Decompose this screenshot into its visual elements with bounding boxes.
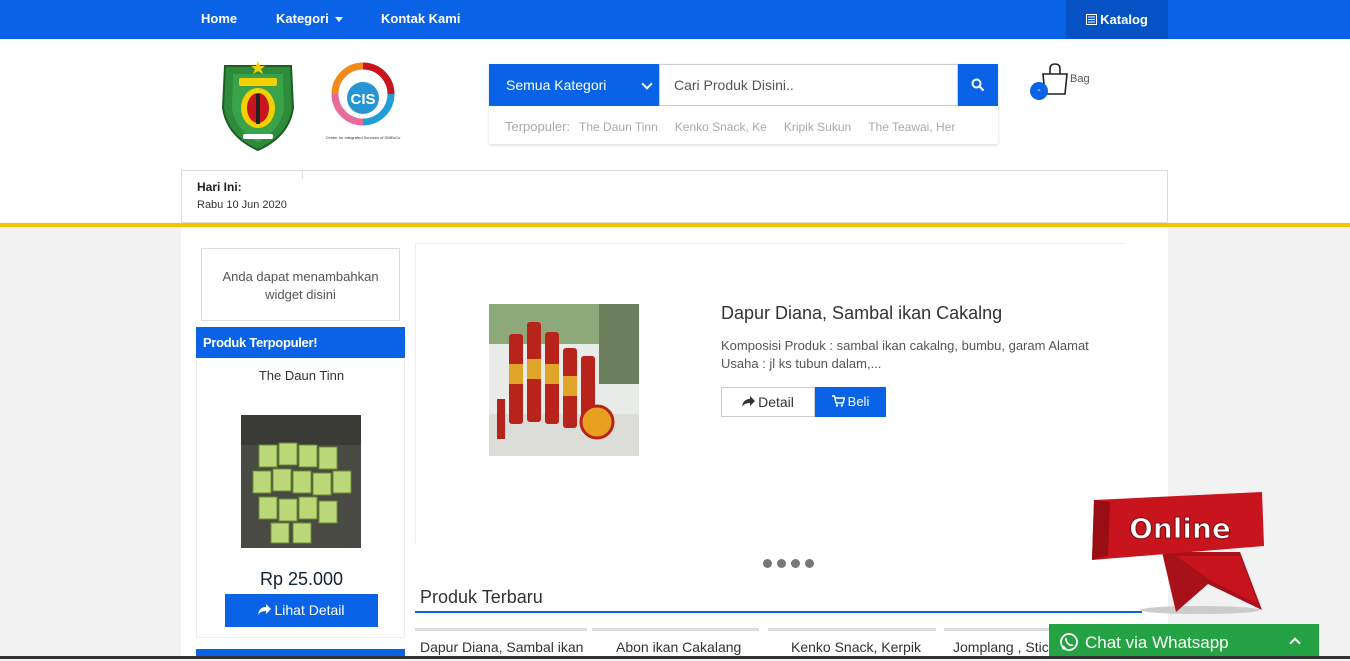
today-label: Hari Ini: bbox=[197, 180, 242, 194]
nav-kategori-label: Kategori bbox=[276, 11, 329, 26]
share-arrow-icon bbox=[742, 396, 756, 407]
nav-kontak[interactable]: Kontak Kami bbox=[381, 0, 460, 39]
slider-pagination bbox=[763, 555, 819, 573]
cis-logo-mark: CIS bbox=[331, 62, 395, 126]
cis-logo[interactable]: CIS Center for Integrated Services of SM… bbox=[316, 60, 410, 152]
search-icon bbox=[971, 78, 985, 92]
province-crest-logo[interactable] bbox=[219, 58, 297, 152]
nav-kategori[interactable]: Kategori bbox=[276, 0, 343, 39]
whatsapp-icon bbox=[1060, 633, 1078, 651]
cart-count-badge: - bbox=[1030, 82, 1048, 100]
latest-product-item[interactable]: Abon ikan Cakalang bbox=[592, 628, 759, 659]
today-date: Rabu 10 Jun 2020 bbox=[197, 199, 287, 211]
slider-dot[interactable] bbox=[805, 559, 814, 568]
product-image[interactable] bbox=[241, 415, 361, 548]
popular-item[interactable]: The Teawai, Her bbox=[868, 120, 955, 134]
today-bar: Hari Ini: Rabu 10 Jun 2020 bbox=[181, 170, 1168, 223]
popular-item[interactable]: Kenko Snack, Ke bbox=[675, 120, 767, 134]
search-button[interactable] bbox=[958, 64, 998, 106]
buy-button[interactable]: Beli bbox=[815, 387, 886, 417]
slider-dot[interactable] bbox=[763, 559, 772, 568]
chevron-down-icon bbox=[641, 78, 653, 90]
section-underline bbox=[415, 611, 1142, 613]
whatsapp-chat-button[interactable]: Chat via Whatsapp bbox=[1049, 624, 1319, 659]
cis-logo-caption: Center for Integrated Services of SMEsCo bbox=[325, 135, 401, 140]
cart-label[interactable]: Bag bbox=[1070, 73, 1090, 85]
search-input[interactable]: Cari Produk Disini.. bbox=[659, 64, 958, 106]
detail-button[interactable]: Detail bbox=[721, 387, 815, 417]
popular-product-card: The Daun Tinn Rp 25.000 Lihat Detail bbox=[196, 358, 405, 638]
cart-icon bbox=[831, 395, 846, 407]
featured-product-description: Komposisi Produk : sambal ikan cakalng, … bbox=[721, 338, 1089, 371]
popular-products-heading: Produk Terpopuler! bbox=[196, 327, 405, 358]
chevron-up-icon bbox=[1289, 637, 1301, 649]
caret-down-icon bbox=[334, 17, 343, 23]
popular-searches: Terpopuler: The Daun Tinn Kenko Snack, Ke K… bbox=[505, 119, 972, 134]
cis-logo-text: CIS bbox=[350, 91, 375, 108]
search-panel: Semua Kategori Cari Produk Disini.. Terp… bbox=[489, 64, 998, 144]
online-badge-text: Online bbox=[1129, 512, 1231, 545]
online-badge[interactable]: Online bbox=[1090, 492, 1266, 616]
divider bbox=[302, 171, 303, 179]
katalog-button[interactable]: Katalog bbox=[1066, 0, 1168, 39]
slider-dot[interactable] bbox=[791, 559, 800, 568]
slider-dot[interactable] bbox=[777, 559, 786, 568]
list-icon bbox=[1086, 14, 1098, 25]
popular-label: Terpopuler: bbox=[505, 119, 571, 134]
latest-product-item[interactable]: Jomplang , Stick bbox=[944, 628, 1054, 659]
top-navbar: Home Kategori Kontak Kami Katalog bbox=[0, 0, 1350, 39]
buy-label: Beli bbox=[847, 394, 870, 409]
featured-product-image[interactable] bbox=[489, 304, 639, 456]
category-select-value: Semua Kategori bbox=[506, 77, 607, 93]
view-detail-button[interactable]: Lihat Detail bbox=[225, 594, 378, 627]
category-select[interactable]: Semua Kategori bbox=[489, 64, 659, 106]
featured-slider: Dapur Diana, Sambal ikan Cakalng Komposi… bbox=[415, 243, 1125, 543]
latest-products-title: Produk Terbaru bbox=[420, 587, 543, 607]
share-arrow-icon bbox=[258, 604, 272, 615]
latest-product-item[interactable]: Dapur Diana, Sambal ikan bbox=[415, 628, 587, 659]
whatsapp-label: Chat via Whatsapp bbox=[1085, 633, 1229, 652]
detail-label: Detail bbox=[758, 394, 794, 410]
popular-product-price: Rp 25.000 bbox=[259, 569, 344, 589]
latest-product-item[interactable]: Kenko Snack, Kerpik bbox=[768, 628, 936, 659]
view-detail-label: Lihat Detail bbox=[274, 602, 345, 618]
featured-product-title[interactable]: Dapur Diana, Sambal ikan Cakalng bbox=[721, 303, 1002, 324]
popular-item[interactable]: Kripik Sukun bbox=[784, 120, 851, 134]
katalog-label: Katalog bbox=[1100, 12, 1148, 27]
popular-product-name[interactable]: The Daun Tinn bbox=[197, 368, 406, 383]
widget-placeholder: Anda dapat menambahkan widget disini bbox=[201, 248, 400, 321]
popular-item[interactable]: The Daun Tinn bbox=[579, 120, 658, 134]
nav-home[interactable]: Home bbox=[201, 0, 237, 39]
